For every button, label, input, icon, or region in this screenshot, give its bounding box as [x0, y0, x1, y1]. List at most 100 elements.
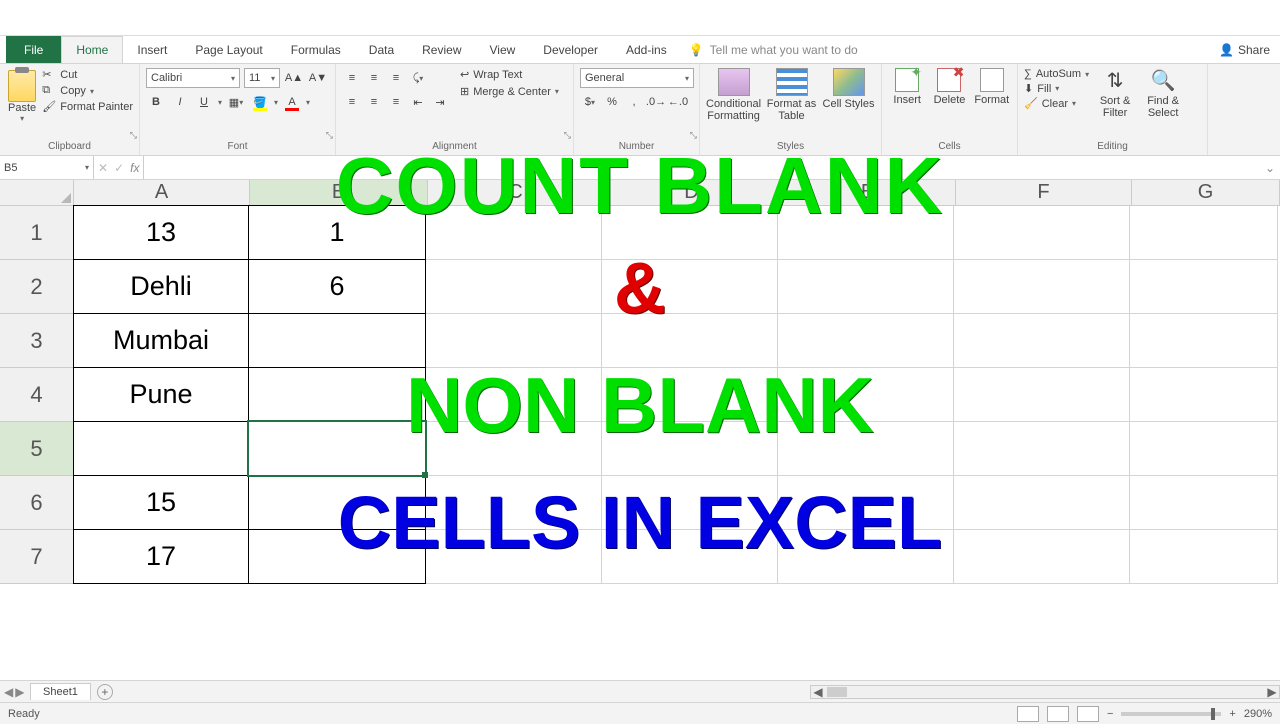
cell-styles-button[interactable]: Cell Styles [822, 68, 875, 110]
cell-E6[interactable] [778, 476, 954, 530]
cell-E2[interactable] [778, 260, 954, 314]
cell-C3[interactable] [426, 314, 602, 368]
cell-A4[interactable]: Pune [73, 367, 249, 422]
cell-D7[interactable] [602, 530, 778, 584]
cell-D1[interactable] [602, 206, 778, 260]
align-bottom-button[interactable]: ≡ [386, 68, 406, 88]
col-header-B[interactable]: B [250, 180, 428, 206]
cell-B4[interactable] [248, 367, 426, 422]
file-tab[interactable]: File [6, 36, 61, 63]
scroll-thumb[interactable] [827, 687, 847, 697]
cell-B7[interactable] [248, 529, 426, 584]
cell-G7[interactable] [1130, 530, 1278, 584]
cell-D4[interactable] [602, 368, 778, 422]
horizontal-scrollbar[interactable]: ◀ ▶ [810, 685, 1280, 699]
conditional-formatting-button[interactable]: Conditional Formatting [706, 68, 761, 122]
cell-B6[interactable] [248, 475, 426, 530]
font-size-select[interactable]: 11▾ [244, 68, 280, 88]
align-center-button[interactable]: ≡ [364, 92, 384, 112]
scroll-right-icon[interactable]: ▶ [1265, 685, 1279, 699]
fill-color-button[interactable]: 🪣 [250, 92, 270, 112]
tab-data[interactable]: Data [355, 36, 408, 63]
name-box[interactable]: B5▾ [0, 156, 94, 179]
col-header-A[interactable]: A [74, 180, 250, 206]
cell-E3[interactable] [778, 314, 954, 368]
tab-view[interactable]: View [476, 36, 530, 63]
tellme-search[interactable]: 💡 Tell me what you want to do [689, 36, 858, 63]
cell-E1[interactable] [778, 206, 954, 260]
cell-G4[interactable] [1130, 368, 1278, 422]
fill-button[interactable]: ⬇Fill▾ [1024, 82, 1089, 95]
cell-E5[interactable] [778, 422, 954, 476]
paste-button[interactable]: Paste ▾ [6, 68, 38, 123]
cell-E4[interactable] [778, 368, 954, 422]
cell-D2[interactable] [602, 260, 778, 314]
cell-F5[interactable] [954, 422, 1130, 476]
bold-button[interactable]: B [146, 92, 166, 112]
row-header-4[interactable]: 4 [0, 368, 74, 422]
decrease-decimal-button[interactable]: ←.0 [668, 92, 688, 112]
format-cells-button[interactable]: Format [973, 68, 1011, 106]
align-middle-button[interactable]: ≡ [364, 68, 384, 88]
clear-button[interactable]: 🧹Clear▾ [1024, 97, 1089, 110]
font-launcher-icon[interactable]: ⤡ [326, 130, 333, 141]
zoom-in-button[interactable]: + [1229, 708, 1235, 720]
border-button[interactable]: ▦▾ [226, 92, 246, 112]
tab-pagelayout[interactable]: Page Layout [181, 36, 276, 63]
number-launcher-icon[interactable]: ⤡ [690, 130, 697, 141]
merge-center-button[interactable]: ⊞Merge & Center▾ [460, 85, 559, 98]
cell-C1[interactable] [426, 206, 602, 260]
find-select-button[interactable]: 🔍Find & Select [1141, 68, 1185, 119]
clipboard-launcher-icon[interactable]: ⤡ [130, 130, 137, 141]
underline-button[interactable]: U [194, 92, 214, 112]
cell-C7[interactable] [426, 530, 602, 584]
grow-font-button[interactable]: A▲ [284, 68, 304, 88]
cell-B5[interactable] [248, 421, 426, 476]
wrap-text-button[interactable]: ↩Wrap Text [460, 68, 559, 81]
orientation-button[interactable]: ⤹▾ [408, 68, 428, 88]
currency-button[interactable]: $▾ [580, 92, 600, 112]
sort-filter-button[interactable]: ⇅Sort & Filter [1093, 68, 1137, 119]
cell-E7[interactable] [778, 530, 954, 584]
cell-A6[interactable]: 15 [73, 475, 249, 530]
sheet-nav-prev-icon[interactable]: ◀ [4, 685, 13, 699]
delete-cells-button[interactable]: ✖Delete [930, 68, 968, 106]
add-sheet-button[interactable]: + [97, 684, 113, 700]
col-header-D[interactable]: D [604, 180, 780, 206]
expand-formula-bar-icon[interactable]: ⌄ [1260, 156, 1280, 179]
scroll-left-icon[interactable]: ◀ [811, 685, 825, 699]
fx-icon[interactable]: fx [130, 161, 139, 175]
row-header-2[interactable]: 2 [0, 260, 74, 314]
copy-button[interactable]: ⧉Copy▾ [42, 84, 133, 98]
col-header-F[interactable]: F [956, 180, 1132, 206]
cell-F7[interactable] [954, 530, 1130, 584]
select-all-corner[interactable] [0, 180, 74, 206]
cell-D3[interactable] [602, 314, 778, 368]
align-top-button[interactable]: ≡ [342, 68, 362, 88]
cell-B3[interactable] [248, 313, 426, 368]
cell-B2[interactable]: 6 [248, 259, 426, 314]
tab-developer[interactable]: Developer [529, 36, 612, 63]
formula-input[interactable] [144, 156, 1260, 179]
row-header-1[interactable]: 1 [0, 206, 74, 260]
autosum-button[interactable]: ∑AutoSum▾ [1024, 68, 1089, 80]
view-pagelayout-button[interactable] [1047, 706, 1069, 722]
cell-F4[interactable] [954, 368, 1130, 422]
cell-G2[interactable] [1130, 260, 1278, 314]
row-header-7[interactable]: 7 [0, 530, 74, 584]
view-pagebreak-button[interactable] [1077, 706, 1099, 722]
cell-G6[interactable] [1130, 476, 1278, 530]
cell-A2[interactable]: Dehli [73, 259, 249, 314]
cell-F2[interactable] [954, 260, 1130, 314]
cell-B1[interactable]: 1 [248, 205, 426, 260]
format-as-table-button[interactable]: Format as Table [765, 68, 818, 122]
indent-decrease-button[interactable]: ⇤ [408, 92, 428, 112]
tab-formulas[interactable]: Formulas [277, 36, 355, 63]
alignment-launcher-icon[interactable]: ⤡ [564, 130, 571, 141]
col-header-G[interactable]: G [1132, 180, 1280, 206]
zoom-slider[interactable] [1121, 712, 1221, 716]
cell-C6[interactable] [426, 476, 602, 530]
cell-F3[interactable] [954, 314, 1130, 368]
font-color-button[interactable]: A [282, 92, 302, 112]
cell-F6[interactable] [954, 476, 1130, 530]
